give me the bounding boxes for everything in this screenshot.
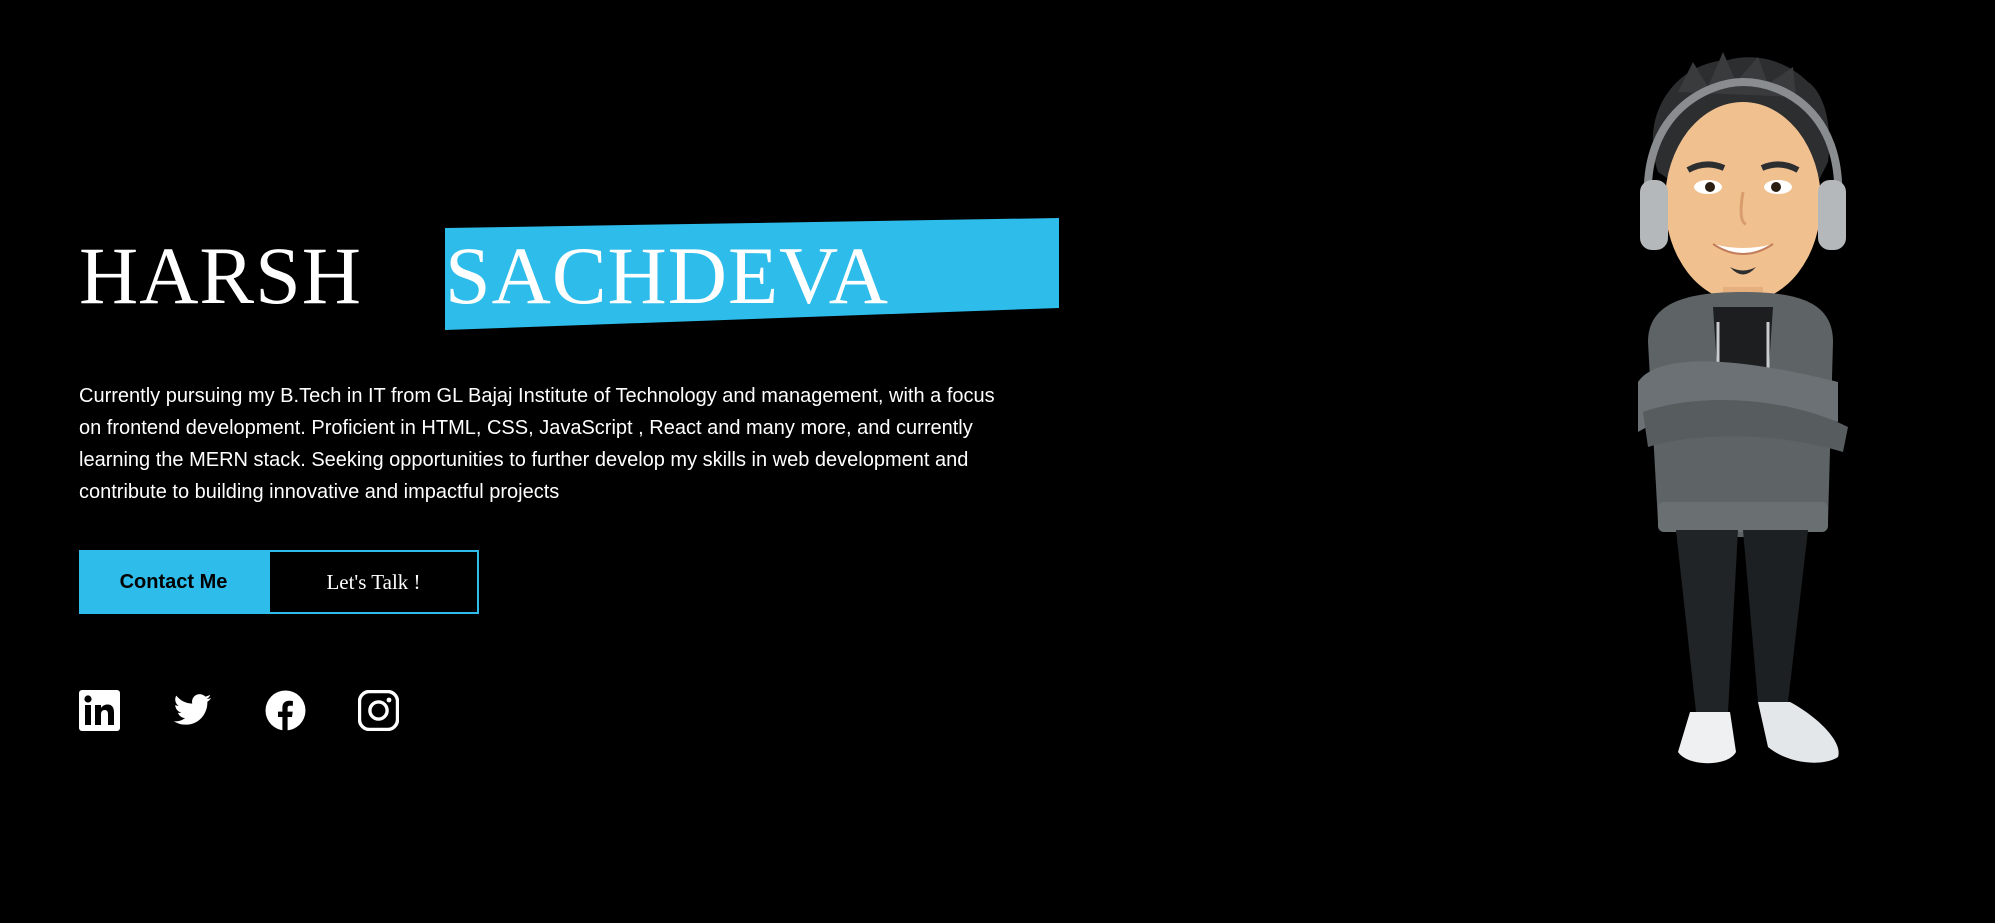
lets-talk-button[interactable]: Let's Talk ! (268, 550, 479, 614)
linkedin-icon[interactable] (79, 690, 120, 731)
hero-section: HARSH SACHDEVA Currently pursuing my B.T… (79, 218, 1059, 731)
first-name: HARSH (79, 230, 362, 321)
social-links (79, 690, 1019, 731)
cta-group: Contact Me Let's Talk ! (79, 550, 1019, 614)
last-name: SACHDEVA (445, 230, 889, 321)
bio-text: Currently pursuing my B.Tech in IT from … (79, 385, 995, 503)
hero-name: HARSH SACHDEVA (79, 218, 1059, 330)
last-name-wrap: SACHDEVA (359, 218, 1059, 330)
twitter-icon[interactable] (172, 690, 213, 731)
avatar-illustration (1638, 52, 1848, 764)
contact-me-button[interactable]: Contact Me (79, 550, 268, 614)
instagram-icon[interactable] (358, 690, 399, 731)
facebook-icon[interactable] (265, 690, 306, 731)
